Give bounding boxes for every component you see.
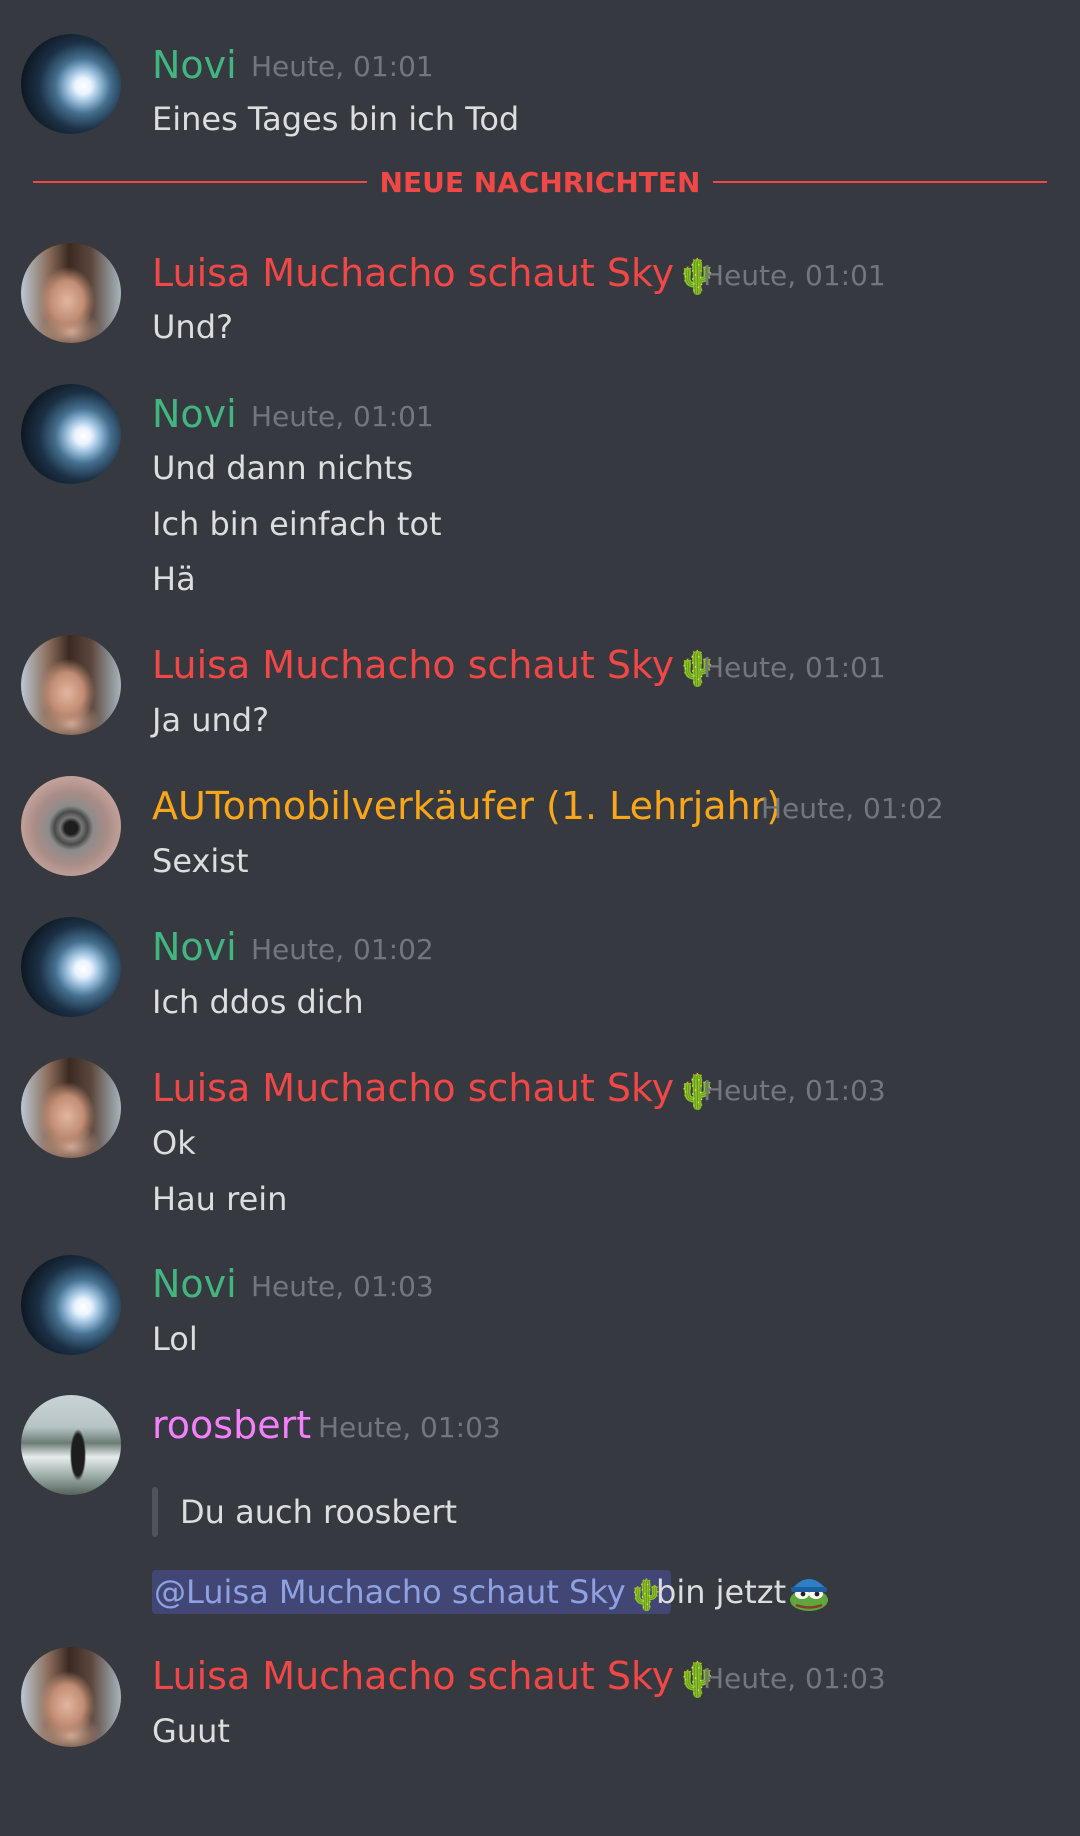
message-text: Und dann nichts: [152, 449, 414, 487]
message-text: Ich bin einfach tot: [152, 505, 442, 543]
message-text: Hau rein: [152, 1180, 288, 1218]
message-text: Eines Tages bin ich Tod: [152, 100, 520, 138]
quote-bar: [152, 1487, 158, 1537]
user-mention[interactable]: @Luisa Muchacho schaut Sky🌵: [152, 1570, 672, 1614]
timestamp: Heute, 01:01: [251, 400, 434, 433]
avatar-novi[interactable]: [21, 34, 121, 134]
timestamp: Heute, 01:03: [251, 1270, 434, 1303]
author-name-luisa[interactable]: Luisa Muchacho schaut Sky🌵: [152, 1653, 718, 1703]
author-name-novi[interactable]: Novi: [152, 924, 237, 970]
new-messages-divider-label: NEUE NACHRICHTEN: [379, 166, 701, 199]
author-name-novi[interactable]: Novi: [152, 391, 237, 437]
message-text: Ok: [152, 1124, 196, 1162]
timestamp: Heute, 01:01: [703, 259, 886, 292]
chat-messages: Novi Heute, 01:01 Eines Tages bin ich To…: [0, 0, 1080, 1836]
author-name-automobilverkaeufer[interactable]: AUTomobilverkäufer (1. Lehrjahr): [152, 783, 781, 829]
avatar-luisa[interactable]: [21, 243, 121, 343]
author-name-text: Luisa Muchacho schaut Sky: [152, 251, 675, 295]
avatar-luisa[interactable]: [21, 1058, 121, 1158]
mention-text: @Luisa Muchacho schaut Sky: [154, 1573, 626, 1611]
avatar-automobilverkaeufer[interactable]: [21, 776, 121, 876]
avatar-novi[interactable]: [21, 384, 121, 484]
new-messages-divider-left: [33, 181, 367, 183]
author-name-roosbert[interactable]: roosbert: [152, 1402, 311, 1448]
pepe-emoji-icon: [790, 1579, 828, 1611]
avatar-roosbert[interactable]: [21, 1395, 121, 1495]
timestamp: Heute, 01:02: [251, 933, 434, 966]
timestamp: Heute, 01:03: [318, 1411, 501, 1444]
author-name-luisa[interactable]: Luisa Muchacho schaut Sky🌵: [152, 250, 718, 300]
message-text: bin jetzt: [656, 1573, 787, 1611]
avatar-luisa[interactable]: [21, 1647, 121, 1747]
message-text: Guut: [152, 1712, 230, 1750]
message-text: Und?: [152, 308, 233, 346]
author-name-text: Luisa Muchacho schaut Sky: [152, 1654, 675, 1698]
message-text: Sexist: [152, 842, 249, 880]
timestamp: Heute, 01:03: [703, 1074, 886, 1107]
timestamp: Heute, 01:02: [761, 792, 944, 825]
author-name-text: Luisa Muchacho schaut Sky: [152, 1066, 675, 1110]
author-name-novi[interactable]: Novi: [152, 1261, 237, 1307]
author-name-novi[interactable]: Novi: [152, 42, 237, 88]
avatar-novi[interactable]: [21, 1255, 121, 1355]
avatar-novi[interactable]: [21, 917, 121, 1017]
timestamp: Heute, 01:01: [703, 651, 886, 684]
author-name-luisa[interactable]: Luisa Muchacho schaut Sky🌵: [152, 642, 718, 692]
message-text: Hä: [152, 560, 196, 598]
author-name-text: Luisa Muchacho schaut Sky: [152, 643, 675, 687]
author-name-luisa[interactable]: Luisa Muchacho schaut Sky🌵: [152, 1065, 718, 1115]
message-text: Lol: [152, 1320, 198, 1358]
avatar-luisa[interactable]: [21, 635, 121, 735]
message-text: Ja und?: [152, 701, 270, 739]
timestamp: Heute, 01:03: [703, 1662, 886, 1695]
quote-text: Du auch roosbert: [180, 1493, 458, 1531]
message-text: Ich ddos dich: [152, 983, 364, 1021]
timestamp: Heute, 01:01: [251, 50, 434, 83]
new-messages-divider-right: [713, 181, 1047, 183]
